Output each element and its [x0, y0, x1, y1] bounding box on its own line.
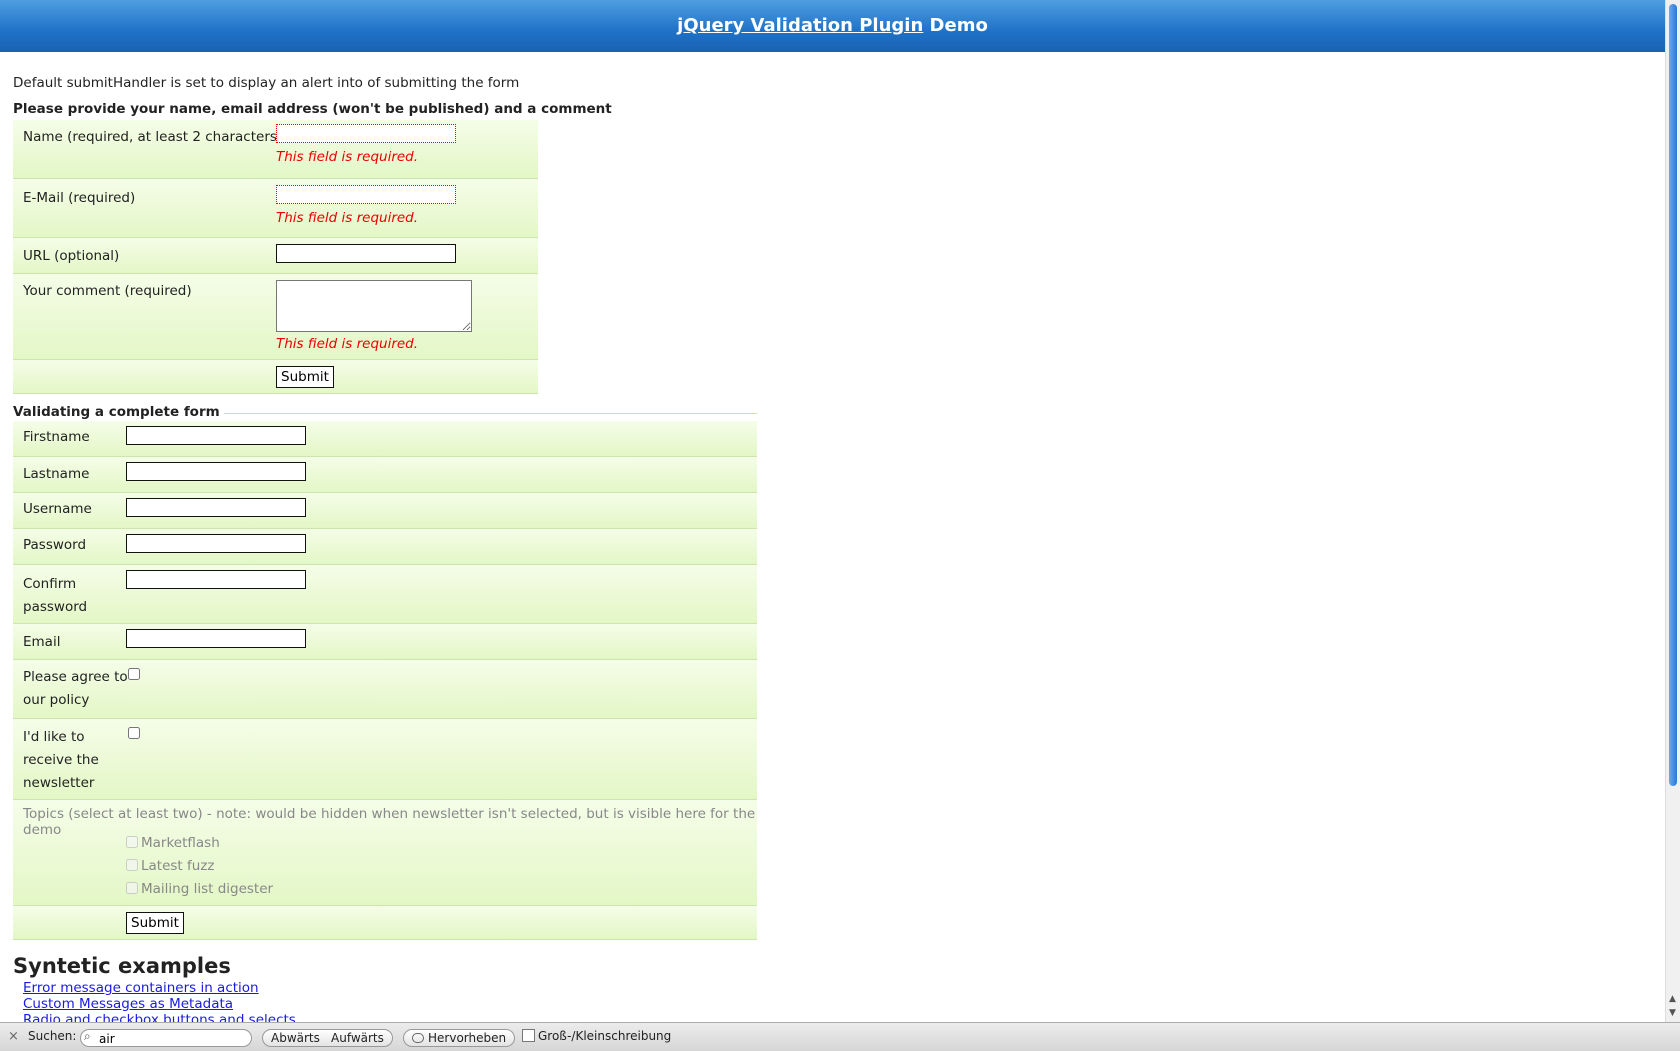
form2-legend-text: Validating a complete form — [13, 404, 224, 420]
confirm-line-1: Confirm — [23, 576, 77, 592]
password-label: Password — [23, 537, 87, 553]
email2-input[interactable] — [126, 629, 306, 648]
form1-legend: Please provide your name, email address … — [13, 101, 612, 117]
firstname-label: Firstname — [23, 429, 90, 445]
find-bar: × Suchen: ⌕ Abwärts Aufwärts Hervorheben… — [0, 1022, 1680, 1051]
url-input[interactable] — [276, 244, 456, 263]
form1-submit-button[interactable]: Submit — [276, 366, 334, 388]
lastname-input[interactable] — [126, 462, 306, 481]
form2-row-submit: Submit — [13, 906, 757, 940]
name-error: This field is required. — [276, 149, 419, 165]
email-input[interactable] — [276, 185, 456, 204]
scroll-down-arrow-icon[interactable]: ▼ — [1669, 1008, 1676, 1018]
topic-mailing-list[interactable]: Mailing list digester — [126, 881, 273, 897]
synthetic-links: Error message containers in action Custo… — [13, 980, 296, 1022]
list-item: Custom Messages as Metadata — [23, 996, 296, 1012]
find-down-button[interactable]: Abwärts — [262, 1029, 329, 1047]
confirm-password-input[interactable] — [126, 570, 306, 589]
form-row-firstname: Firstname — [13, 421, 757, 457]
link-custom-messages[interactable]: Custom Messages as Metadata — [23, 996, 233, 1012]
comment-form: Name (required, at least 2 characters) T… — [13, 120, 538, 394]
find-up-button[interactable]: Aufwärts — [323, 1029, 393, 1047]
password-input[interactable] — [126, 534, 306, 553]
find-label: Suchen: — [28, 1029, 77, 1043]
agree-line-1: Please agree to — [23, 669, 128, 685]
email-label: E-Mail (required) — [23, 190, 136, 206]
form-row-newsletter: I'd like to receive the newsletter — [13, 719, 757, 800]
form2-legend: Validating a complete form — [13, 404, 757, 421]
url-label: URL (optional) — [23, 248, 120, 264]
intro-text: Default submitHandler is set to display … — [13, 75, 520, 91]
latest-fuzz-checkbox[interactable] — [126, 859, 138, 871]
list-item: Error message containers in action — [23, 980, 296, 996]
marketflash-checkbox[interactable] — [126, 836, 138, 848]
comment-textarea[interactable] — [276, 280, 472, 332]
name-label: Name (required, at least 2 characters) — [23, 129, 283, 145]
form-row-confirm-password: Confirm password — [13, 565, 757, 624]
confirm-password-label: Confirm password — [23, 573, 87, 619]
email2-label: Email — [23, 634, 61, 650]
page-content: Default submitHandler is set to display … — [13, 52, 1653, 1022]
topic-label: Mailing list digester — [141, 881, 274, 897]
scrollbar-thumb[interactable] — [1669, 4, 1677, 786]
vertical-scrollbar[interactable]: ▲ ▼ — [1665, 0, 1680, 1022]
newsletter-label: I'd like to receive the newsletter — [23, 726, 99, 795]
form-row-agree: Please agree to our policy — [13, 660, 757, 719]
topic-label: Latest fuzz — [141, 858, 215, 874]
find-search-input[interactable] — [80, 1029, 252, 1047]
newsletter-line-2: receive the — [23, 752, 99, 768]
form-row-username: Username — [13, 493, 757, 529]
header-title-rest: Demo — [929, 15, 988, 36]
form-row-submit: Submit — [13, 360, 538, 394]
plugin-title-link[interactable]: jQuery Validation Plugin — [677, 15, 923, 36]
form-row-lastname: Lastname — [13, 457, 757, 493]
link-radio-checkbox[interactable]: Radio and checkbox buttons and selects — [23, 1012, 296, 1022]
highlight-label: Hervorheben — [428, 1031, 507, 1045]
search-icon: ⌕ — [84, 1029, 91, 1043]
topics-note: Topics (select at least two) - note: wou… — [23, 806, 756, 838]
signup-form: Validating a complete form Firstname Las… — [13, 404, 757, 940]
agree-line-2: our policy — [23, 692, 90, 708]
form-row-comment: Your comment (required) This field is re… — [13, 274, 538, 360]
form-row-topics: Topics (select at least two) - note: wou… — [13, 800, 757, 906]
newsletter-line-1: I'd like to — [23, 729, 85, 745]
form-row-email: E-Mail (required) This field is required… — [13, 179, 538, 238]
email-error: This field is required. — [276, 210, 419, 226]
form-row-email2: Email — [13, 624, 757, 660]
mailing-list-checkbox[interactable] — [126, 882, 138, 894]
form-row-name: Name (required, at least 2 characters) T… — [13, 120, 538, 179]
newsletter-line-3: newsletter — [23, 775, 95, 791]
close-icon[interactable]: × — [8, 1029, 19, 1044]
match-case-checkbox[interactable] — [522, 1029, 535, 1042]
match-case-label: Groß-/Kleinschreibung — [538, 1029, 672, 1043]
newsletter-checkbox[interactable] — [128, 727, 140, 739]
link-error-containers[interactable]: Error message containers in action — [23, 980, 259, 996]
agree-checkbox[interactable] — [128, 668, 140, 680]
form2-submit-button[interactable]: Submit — [126, 912, 184, 934]
form-row-password: Password — [13, 529, 757, 565]
highlight-button[interactable]: Hervorheben — [403, 1029, 516, 1047]
comment-error: This field is required. — [276, 336, 419, 352]
scroll-up-arrow-icon[interactable]: ▲ — [1669, 994, 1676, 1004]
firstname-input[interactable] — [126, 426, 306, 445]
list-item: Radio and checkbox buttons and selects — [23, 1012, 296, 1022]
highlight-icon — [412, 1033, 424, 1043]
comment-label: Your comment (required) — [23, 283, 192, 299]
username-input[interactable] — [126, 498, 306, 517]
name-input[interactable] — [276, 124, 456, 143]
topic-latest-fuzz[interactable]: Latest fuzz — [126, 858, 215, 874]
agree-label: Please agree to our policy — [23, 666, 128, 712]
topic-marketflash[interactable]: Marketflash — [126, 835, 220, 851]
topic-label: Marketflash — [141, 835, 220, 851]
form-row-url: URL (optional) — [13, 238, 538, 274]
synthetic-heading: Syntetic examples — [13, 954, 231, 978]
username-label: Username — [23, 501, 92, 517]
page-header: jQuery Validation Plugin Demo — [0, 0, 1665, 52]
confirm-line-2: password — [23, 599, 88, 615]
lastname-label: Lastname — [23, 466, 90, 482]
